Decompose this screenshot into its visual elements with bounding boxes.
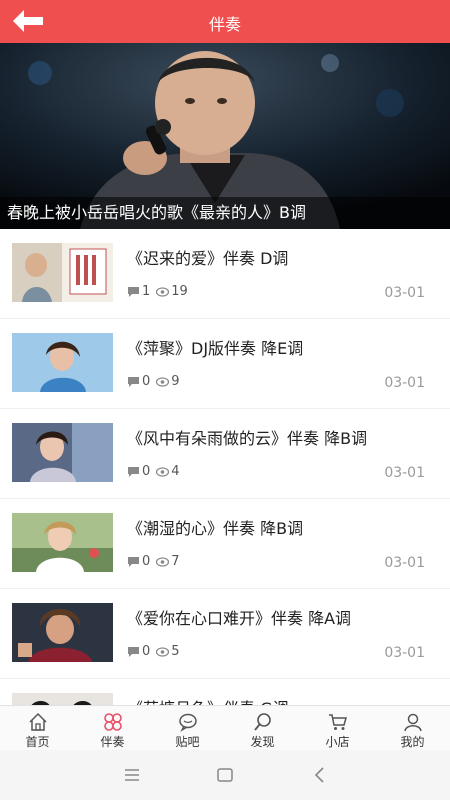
- item-date: 03-01: [384, 555, 425, 571]
- item-date: 03-01: [384, 465, 425, 481]
- comment-count: 0: [142, 464, 151, 479]
- list-item[interactable]: 《潮湿的心》伴奏 降B调 0 7 03-01: [0, 499, 450, 589]
- item-title: 《风中有朵雨做的云》伴奏 降B调: [127, 429, 368, 448]
- accompaniment-list: 《迟来的爱》伴奏 D调 1 19 03-01 《萍聚》DJ版伴奏 降E调 0 9…: [0, 229, 450, 705]
- view-count: 5: [171, 644, 180, 659]
- tab-label: 发现: [250, 735, 275, 749]
- system-nav-bar: [0, 750, 450, 800]
- tab-shop[interactable]: 小店: [300, 706, 375, 751]
- page-title: 伴奏: [208, 15, 241, 34]
- tab-label: 贴吧: [175, 735, 200, 749]
- comment-icon: [128, 556, 139, 567]
- back-icon[interactable]: [310, 765, 330, 785]
- list-item[interactable]: 《萍聚》DJ版伴奏 降E调 0 9 03-01: [0, 319, 450, 409]
- eye-icon: [156, 646, 170, 657]
- album-cover-thumbnail: [12, 603, 113, 662]
- item-title: 《迟来的爱》伴奏 D调: [127, 249, 289, 268]
- tab-accompaniment[interactable]: 伴奏: [75, 706, 150, 751]
- list-item[interactable]: 《荷塘月色》伴奏 G调: [0, 679, 450, 705]
- comment-count: 0: [142, 374, 151, 389]
- view-count: 9: [171, 374, 180, 389]
- item-title: 《荷塘月色》伴奏 G调: [127, 695, 289, 705]
- comment-icon: [128, 286, 139, 297]
- album-cover-thumbnail: [12, 513, 113, 572]
- search-icon: [253, 713, 271, 731]
- header-bar: 伴奏: [0, 0, 450, 43]
- home-icon: [28, 712, 47, 731]
- tab-discover[interactable]: 发现: [225, 706, 300, 751]
- view-count: 19: [171, 284, 188, 299]
- album-cover-thumbnail: [12, 333, 113, 392]
- tab-label: 我的: [400, 735, 425, 749]
- view-count: 4: [171, 464, 180, 479]
- chat-icon: [178, 713, 197, 732]
- view-count: 7: [171, 554, 180, 569]
- list-item[interactable]: 《爱你在心口难开》伴奏 降A调 0 5 03-01: [0, 589, 450, 679]
- tab-forum[interactable]: 贴吧: [150, 706, 225, 751]
- banner-carousel[interactable]: 春晚上被小岳岳唱火的歌《最亲的人》B调: [0, 43, 450, 229]
- accompaniment-icon: [103, 713, 122, 731]
- banner-caption[interactable]: 春晚上被小岳岳唱火的歌《最亲的人》B调: [7, 199, 306, 223]
- eye-icon: [156, 286, 170, 297]
- comment-icon: [128, 376, 139, 387]
- comment-icon: [128, 646, 139, 657]
- comment-icon: [128, 466, 139, 477]
- comment-count: 1: [142, 284, 151, 299]
- tab-label: 伴奏: [100, 735, 125, 749]
- album-cover-thumbnail: [12, 693, 113, 705]
- tab-mine[interactable]: 我的: [375, 706, 450, 751]
- tab-home[interactable]: 首页: [0, 706, 75, 751]
- item-date: 03-01: [384, 645, 425, 661]
- list-item[interactable]: 《迟来的爱》伴奏 D调 1 19 03-01: [0, 229, 450, 319]
- menu-icon[interactable]: [122, 765, 142, 785]
- item-date: 03-01: [384, 375, 425, 391]
- item-title: 《爱你在心口难开》伴奏 降A调: [127, 609, 352, 628]
- comment-count: 0: [142, 644, 151, 659]
- item-title: 《萍聚》DJ版伴奏 降E调: [127, 339, 304, 358]
- tab-label: 首页: [25, 735, 50, 749]
- home-button-icon[interactable]: [215, 765, 235, 785]
- eye-icon: [156, 556, 170, 567]
- comment-count: 0: [142, 554, 151, 569]
- user-icon: [403, 713, 422, 732]
- bottom-tab-bar: 首页 伴奏 贴吧 发现 小店 我的: [0, 705, 450, 751]
- album-cover-thumbnail: [12, 423, 113, 482]
- eye-icon: [156, 376, 170, 387]
- tab-label: 小店: [325, 735, 350, 749]
- item-date: 03-01: [384, 285, 425, 301]
- album-cover-thumbnail: [12, 243, 113, 302]
- list-item[interactable]: 《风中有朵雨做的云》伴奏 降B调 0 4 03-01: [0, 409, 450, 499]
- item-title: 《潮湿的心》伴奏 降B调: [127, 519, 304, 538]
- cart-icon: [328, 714, 347, 730]
- eye-icon: [156, 466, 170, 477]
